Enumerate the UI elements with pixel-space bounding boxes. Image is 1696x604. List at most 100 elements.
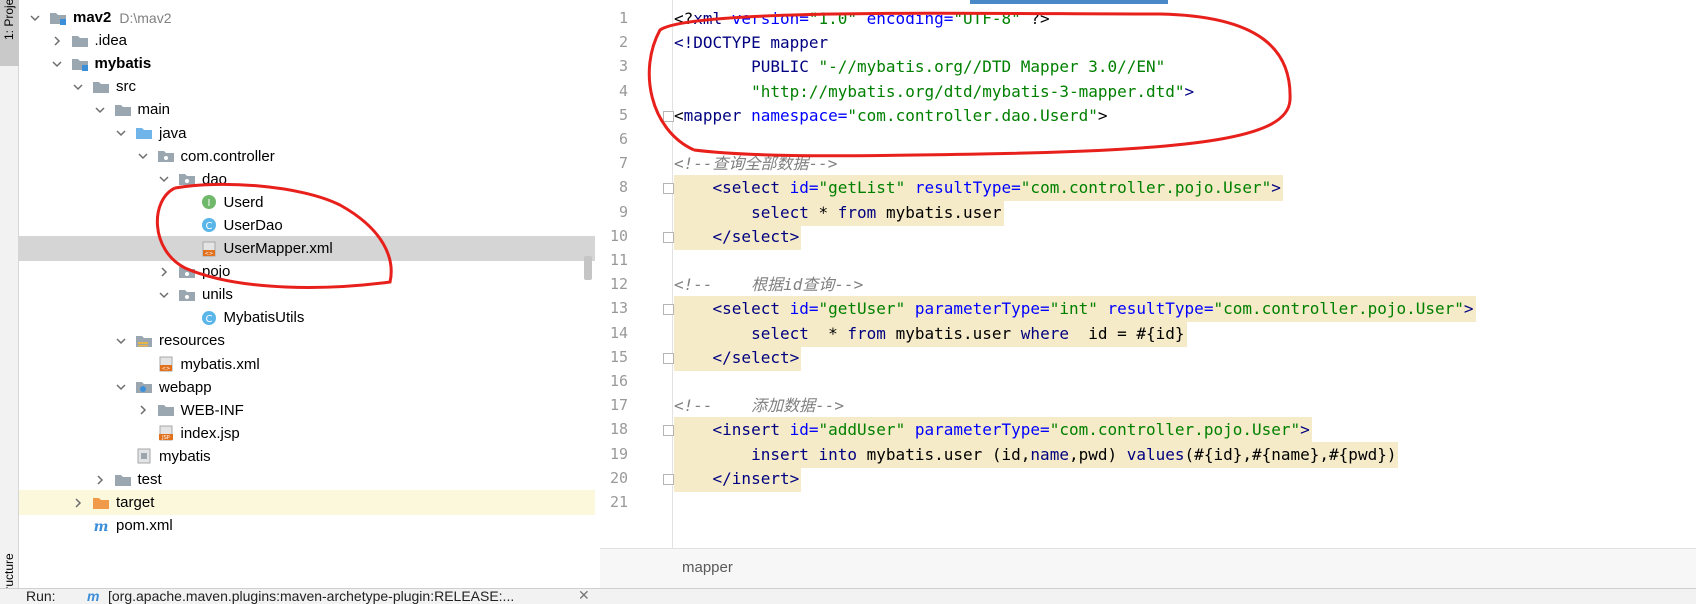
fold-marker-icon[interactable] [663,304,674,316]
line-number: 2 [618,33,628,52]
tree-node-src[interactable]: src [19,74,595,99]
tree-node-unils[interactable]: unils [19,282,595,307]
code-token: "-//mybatis.org//DTD Mapper 3.0//EN" [818,57,1166,77]
code-line[interactable]: </select> [674,224,800,250]
code-line[interactable]: <select id="getList" resultType="com.con… [674,175,1281,201]
tree-node-mybatis[interactable]: mybatis [19,444,595,469]
tree-node-label: .idea [94,32,128,50]
code-line[interactable]: <select id="getUser" parameterType="int"… [674,296,1474,322]
chevron-down-icon[interactable] [113,333,129,349]
code-token: namespace= [751,105,848,125]
run-config-tab[interactable]: [org.apache.maven.plugins:maven-archetyp… [108,588,514,604]
folder-icon [92,79,110,95]
tree-node-mybatisutils[interactable]: C MybatisUtils [19,305,595,330]
tree-node-pojo[interactable]: pojo [19,259,595,284]
folder-icon [71,33,89,49]
code-token: > [1184,81,1195,101]
tree-node-java[interactable]: java [19,121,595,146]
code-line[interactable]: <insert id="addUser" parameterType="com.… [674,417,1310,443]
tree-node-pom-xml[interactable]: m pom.xml [19,513,595,538]
code-line[interactable]: select * from mybatis.user [674,200,1001,226]
chevron-right-icon[interactable] [156,264,172,280]
tree-node-web-inf[interactable]: WEB-INF [19,398,595,423]
tree-node-mav2[interactable]: mav2 D:\mav2 [19,5,595,30]
code-line[interactable]: select * from mybatis.user where id = #{… [674,321,1185,347]
chevron-right-icon[interactable] [92,472,108,488]
tree-node--idea[interactable]: .idea [19,28,595,53]
project-tool-tab[interactable]: 1: Project [0,0,19,66]
chevron-down-icon[interactable] [27,10,43,26]
chevron-down-icon[interactable] [92,102,108,118]
code-line[interactable]: "http://mybatis.org/dtd/mybatis-3-mapper… [674,79,1194,105]
tree-node-label: mav2 [73,9,112,26]
svg-text:C: C [205,221,212,232]
tree-node-label: resources [159,332,225,350]
code-token: <insert [712,420,790,440]
fold-marker-icon[interactable] [663,110,674,122]
tree-node-label: UserDao [223,216,283,234]
tree-node-target[interactable]: target [19,490,595,516]
code-token: id= [789,299,819,319]
tree-node-resources[interactable]: resources [19,328,595,353]
chevron-down-icon[interactable] [113,125,129,141]
chevron-down-icon[interactable] [135,148,151,164]
chevron-down-icon[interactable] [156,287,172,303]
code-line[interactable]: <?xml version="1.0" encoding="UTF-8" ?> [674,6,1050,32]
tree-node-webapp[interactable]: webapp [19,375,595,400]
chevron-right-icon[interactable] [49,33,65,49]
tree-node-label: com.controller [180,147,275,165]
chevron-down-icon[interactable] [113,379,129,395]
code-line[interactable]: <!DOCTYPE mapper [674,30,828,56]
tree-node-label: main [137,101,171,119]
code-line[interactable]: <!-- 添加数据--> [674,393,844,419]
tree-node-test[interactable]: test [19,467,595,492]
code-line[interactable]: PUBLIC "-//mybatis.org//DTD Mapper 3.0//… [674,54,1165,80]
close-icon[interactable]: ✕ [578,587,590,604]
tree-node-mybatis[interactable]: mybatis [19,51,595,76]
tree-node-main[interactable]: main [19,97,595,122]
chevron-down-icon[interactable] [70,79,86,95]
code-line[interactable]: </insert> [674,466,800,492]
chevron-down-icon[interactable] [156,171,172,187]
tree-node-userd[interactable]: I Userd [19,190,595,215]
code-line[interactable]: insert into mybatis.user (id,name,pwd) v… [674,442,1396,468]
tree-node-userdao[interactable]: C UserDao [19,213,595,238]
fold-marker-icon[interactable] [663,473,674,485]
chevron-down-icon[interactable] [49,56,65,72]
chevron-right-icon[interactable] [70,495,86,511]
line-number: 6 [618,130,628,148]
code-line[interactable]: <!--查询全部数据--> [674,151,837,177]
tree-node-dao[interactable]: dao [19,167,595,192]
fold-marker-icon[interactable] [663,231,674,243]
svg-text:m: m [94,519,109,534]
code-editor[interactable]: <?xml version="1.0" encoding="UTF-8" ?> <… [674,0,1696,548]
tree-node-mybatis-xml[interactable]: <> mybatis.xml [19,352,595,377]
editor-gutter: 1 2 3 4 5 6 7 8 9 10 11 12 13 14 15 16 17 18 19 20 21 [600,0,674,548]
fold-marker-icon[interactable] [663,352,674,364]
line-number: 4 [618,81,628,100]
editor-breadcrumb: mapper [600,548,1696,588]
line-number: 20 [609,468,628,487]
code-token: PUBLIC [751,57,819,77]
code-line[interactable]: <mapper namespace="com.controller.dao.Us… [674,103,1108,129]
tree-node-com-controller[interactable]: com.controller [19,144,595,169]
tree-node-usermapper-xml[interactable]: <> UserMapper.xml [19,236,595,261]
tree-node-label: Userd [223,193,264,211]
code-line[interactable]: </select> [674,345,800,371]
tree-scrollbar[interactable] [584,256,592,280]
fold-marker-icon[interactable] [663,425,674,437]
tree-node-label: mybatis.xml [180,355,260,373]
breadcrumb-item[interactable]: mapper [682,559,733,576]
tree-node-index-jsp[interactable]: JSP index.jsp [19,421,595,446]
chevron-right-icon[interactable] [135,402,151,418]
code-token: from [847,323,896,343]
code-token: encoding= [866,9,954,28]
svg-text:I: I [207,198,210,209]
fold-marker-icon[interactable] [663,183,674,195]
code-line[interactable]: <!-- 根据id查询--> [674,272,863,298]
code-token: id= [789,420,819,440]
svg-text:JSP: JSP [161,435,170,441]
